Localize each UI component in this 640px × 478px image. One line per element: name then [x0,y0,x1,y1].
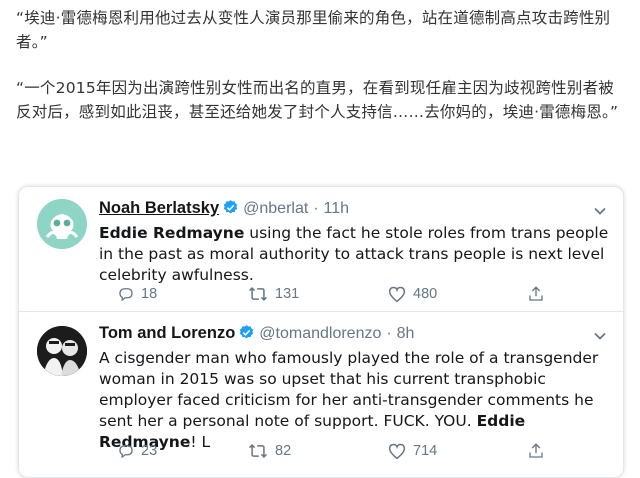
like-count: 480 [413,286,438,302]
share-icon [529,443,543,458]
share-button[interactable] [527,442,545,460]
reply-button[interactable]: 23 [117,442,157,460]
tweet-text: Eddie Redmayne using the fact he stole r… [99,223,609,286]
like-button[interactable]: 714 [387,442,437,460]
chevron-down-icon[interactable] [593,326,607,345]
avatar[interactable] [37,326,87,376]
reply-count: 23 [141,443,158,459]
retweet-count: 131 [275,286,300,302]
mention-bold: Eddie Redmayne [99,224,245,242]
tweet[interactable]: Tom and Lorenzo @tomandlorenzo · 8h A cis… [19,312,623,477]
author-handle[interactable]: @nberlat [243,200,308,217]
reply-count: 18 [141,286,158,302]
retweet-icon [248,443,268,459]
tweet-header: Tom and Lorenzo @tomandlorenzo · 8h [99,324,414,345]
timestamp[interactable]: 8h [397,325,415,342]
author-name[interactable]: Tom and Lorenzo [99,324,235,342]
timestamp[interactable]: 11h [324,200,350,217]
embedded-tweets-card: Noah Berlatsky @nberlat · 11h Eddie Redma… [18,186,624,478]
tweet-text: A cisgender man who famously played the … [99,348,609,453]
verified-badge-icon [222,199,239,220]
reply-button[interactable]: 18 [117,285,157,303]
author-handle[interactable]: @tomandlorenzo [259,325,381,342]
author-name[interactable]: Noah Berlatsky [99,199,219,217]
like-icon [388,443,406,460]
retweet-button[interactable]: 82 [247,442,291,460]
like-button[interactable]: 480 [387,285,437,303]
share-icon [529,286,543,301]
reply-icon [119,288,133,302]
like-count: 714 [413,443,438,459]
quote-paragraph-2: “一个2015年因为出演跨性别女性而出名的直男，在看到现任雇主因为歧视跨性别者被… [16,79,619,121]
tweet-actions: 23 82 714 [99,442,559,464]
separator-dot: · [386,325,392,342]
chevron-down-icon[interactable] [593,201,607,220]
article-body: “埃迪·雷德梅恩利用他过去从变性人演员那里偷来的角色，站在道德制高点攻击跨性别者… [16,6,624,124]
tweet-header: Noah Berlatsky @nberlat · 11h [99,199,349,220]
retweet-icon [248,286,268,302]
avatar[interactable] [37,199,87,249]
share-button[interactable] [527,285,545,303]
verified-badge-icon [238,324,255,345]
retweet-count: 82 [275,443,292,459]
quote-paragraph-1: “埃迪·雷德梅恩利用他过去从变性人演员那里偷来的角色，站在道德制高点攻击跨性别者… [16,9,611,51]
like-icon [388,286,406,303]
separator-dot: · [313,200,319,217]
retweet-button[interactable]: 131 [247,285,299,303]
tweet[interactable]: Noah Berlatsky @nberlat · 11h Eddie Redma… [19,187,623,312]
reply-icon [119,445,133,459]
tweet-actions: 18 131 480 [99,285,559,307]
